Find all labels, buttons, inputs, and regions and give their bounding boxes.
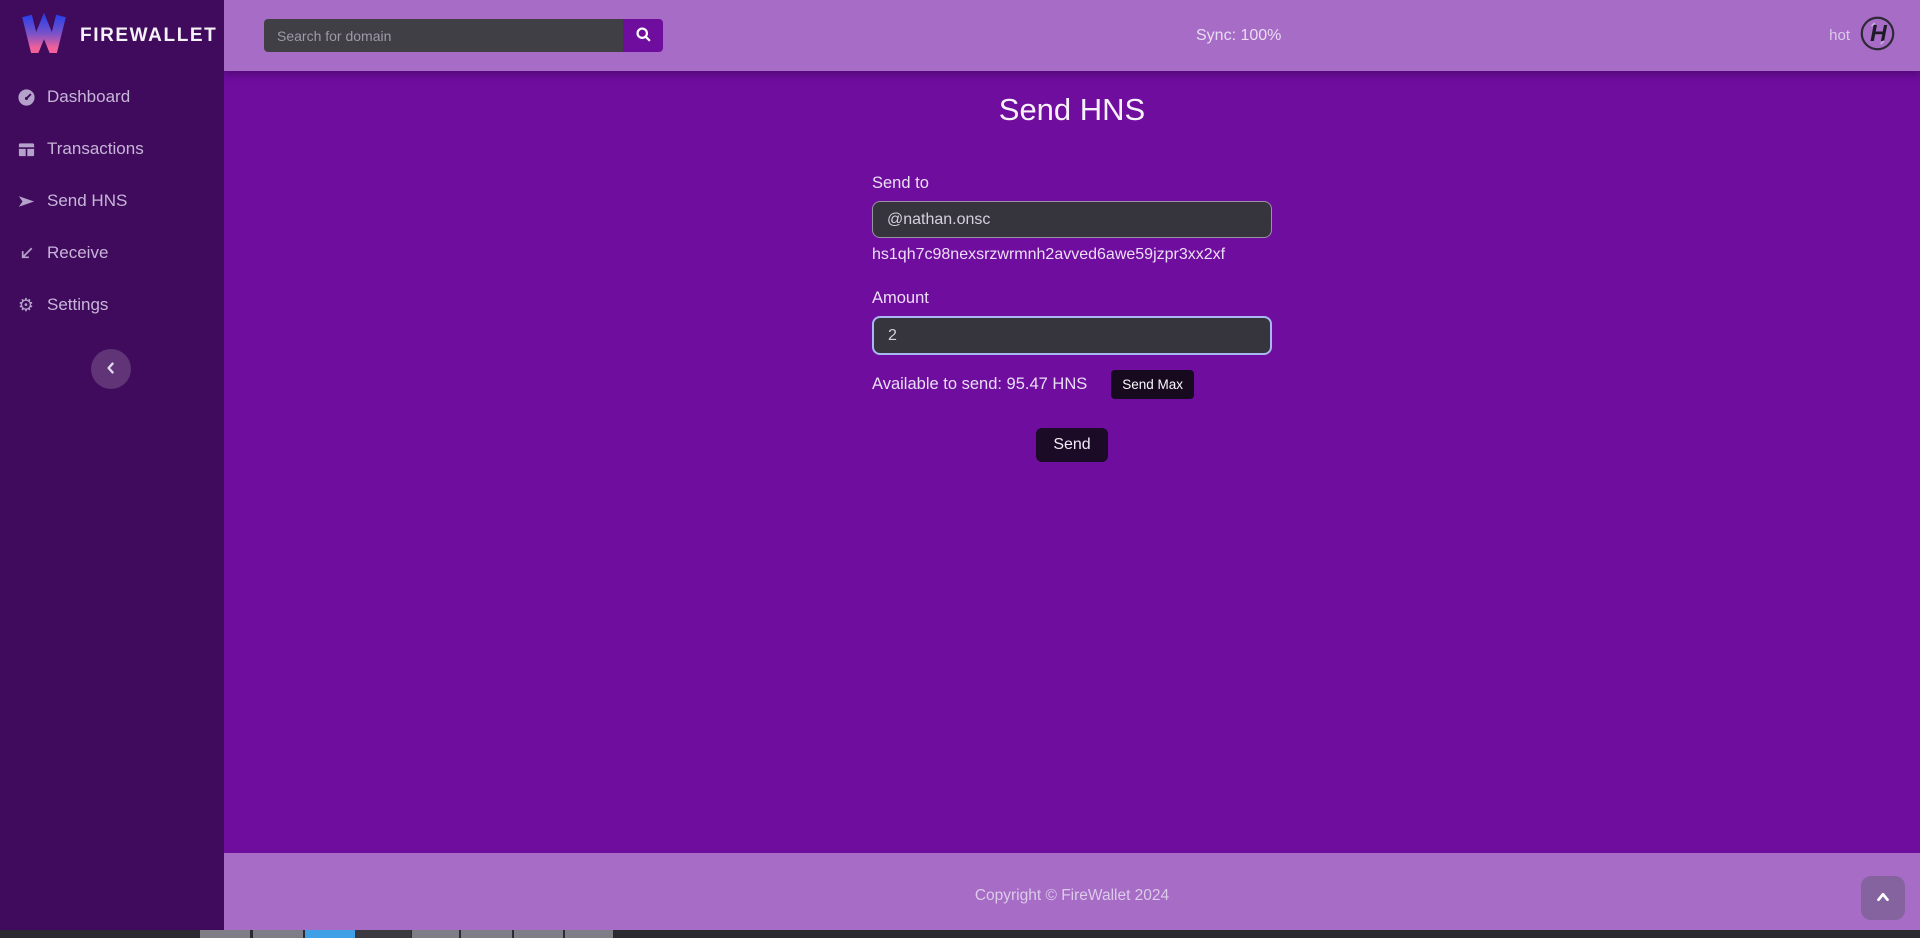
taskbar-segment[interactable] [200,930,250,938]
sidebar-collapse-button[interactable] [91,349,131,389]
taskbar-segment[interactable] [355,930,411,938]
sidebar-item-label: Send HNS [47,191,127,211]
search-input[interactable] [264,19,623,52]
wallet-selector[interactable]: hot H [1829,15,1896,57]
available-to-send-text: Available to send: 95.47 HNS [872,375,1087,394]
chevron-up-icon [1874,888,1892,909]
sidebar-item-label: Settings [47,295,108,315]
handshake-logo-icon: H [1859,15,1896,57]
receive-arrow-icon [16,243,36,263]
domain-search [264,19,663,52]
available-row: Available to send: 95.47 HNS Send Max [872,370,1272,399]
taskbar-segment[interactable] [305,930,355,938]
taskbar-segment[interactable] [253,930,303,938]
sidebar-item-dashboard[interactable]: Dashboard [0,75,224,119]
page-title: Send HNS [224,92,1920,128]
amount-input[interactable] [872,316,1272,355]
taskbar[interactable] [0,930,1920,938]
brand: FIREWALLET [0,0,224,71]
sidebar-nav: Dashboard Transactions S [0,75,224,327]
topbar: Sync: 100% hot H [224,0,1920,71]
sidebar-item-send-hns[interactable]: Send HNS [0,179,224,223]
send-max-button[interactable]: Send Max [1111,370,1194,399]
send-row: Send [872,428,1272,462]
sidebar-item-label: Dashboard [47,87,130,107]
firewallet-w-logo-icon [21,13,67,58]
send-plane-icon [16,191,36,211]
resolved-address: hs1qh7c98nexsrzwrmnh2avved6awe59jzpr3xx2… [872,246,1272,264]
app-window: FIREWALLET Dashboard [0,0,1920,938]
scroll-to-top-button[interactable] [1861,876,1905,920]
sidebar-item-label: Transactions [47,139,144,159]
sidebar-item-receive[interactable]: Receive [0,231,224,275]
sidebar-item-transactions[interactable]: Transactions [0,127,224,171]
settings-gear-icon: ⚙ [16,295,36,315]
taskbar-segment[interactable] [565,930,613,938]
wallet-mode-label: hot [1829,27,1850,44]
send-button[interactable]: Send [1036,428,1107,462]
copyright-text: Copyright © FireWallet 2024 [224,887,1920,905]
chevron-left-icon [103,360,119,379]
brand-name: FIREWALLET [80,25,217,47]
transactions-table-icon [16,139,36,159]
amount-label: Amount [872,289,1272,308]
send-to-label: Send to [872,174,1272,193]
sidebar: FIREWALLET Dashboard [0,0,224,938]
search-icon [635,26,652,46]
taskbar-segment[interactable] [461,930,512,938]
sync-status: Sync: 100% [1196,27,1281,45]
search-button[interactable] [623,19,663,52]
content-area: Send HNS Send to hs1qh7c98nexsrzwrmnh2av… [224,71,1920,853]
sidebar-item-settings[interactable]: ⚙ Settings [0,283,224,327]
taskbar-segment[interactable] [412,930,459,938]
taskbar-segment[interactable] [514,930,563,938]
dashboard-gauge-icon [16,87,36,107]
send-to-input[interactable] [872,201,1272,238]
main-column: Sync: 100% hot H Send HNS Send to hs1 [224,0,1920,938]
sidebar-item-label: Receive [47,243,108,263]
footer: Copyright © FireWallet 2024 [224,853,1920,938]
send-form: Send to hs1qh7c98nexsrzwrmnh2avved6awe59… [872,174,1272,462]
